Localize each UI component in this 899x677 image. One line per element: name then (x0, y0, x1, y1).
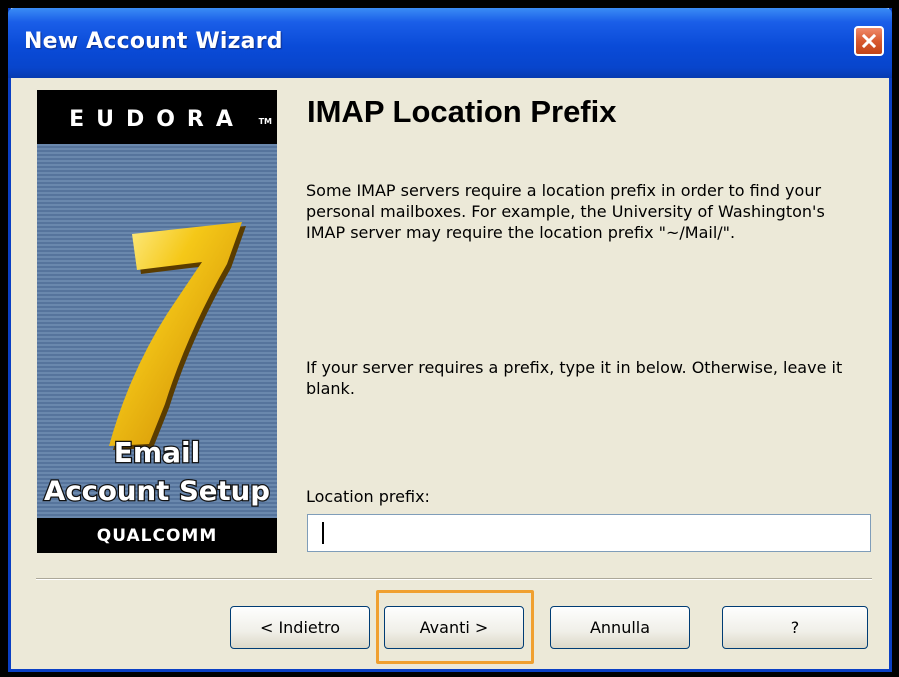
logo-artwork: Email Account Setup (37, 144, 277, 518)
title-bar[interactable]: New Account Wizard (8, 8, 892, 78)
logo-email-text: Email (114, 436, 200, 469)
close-icon (861, 33, 877, 49)
eudora-logo-panel: EUDORA TM Email Account Setup QUALCOMM (37, 90, 277, 553)
cancel-button[interactable]: Annulla (550, 606, 690, 649)
description-text: Some IMAP servers require a location pre… (306, 181, 825, 242)
help-button[interactable]: ? (722, 606, 868, 649)
location-prefix-input[interactable] (307, 514, 871, 552)
back-button[interactable]: < Indietro (230, 606, 370, 649)
button-separator (36, 578, 872, 580)
close-button[interactable] (854, 26, 884, 56)
text-caret (322, 522, 324, 544)
window-title: New Account Wizard (24, 29, 283, 54)
qualcomm-logo: QUALCOMM (37, 518, 277, 553)
qualcomm-text: QUALCOMM (96, 525, 218, 546)
location-prefix-label: Location prefix: (306, 487, 430, 506)
version-seven-graphic: Email Account Setup (43, 222, 271, 508)
next-button[interactable]: Avanti > (384, 606, 524, 649)
logo-account-setup-text: Account Setup (44, 476, 270, 507)
eudora-brand-text: EUDORA (69, 107, 245, 132)
page-title: IMAP Location Prefix (307, 94, 617, 129)
eudora-brand: EUDORA TM (37, 90, 277, 144)
trademark-mark: TM (258, 117, 272, 126)
instruction-text: If your server requires a prefix, type i… (306, 358, 843, 398)
